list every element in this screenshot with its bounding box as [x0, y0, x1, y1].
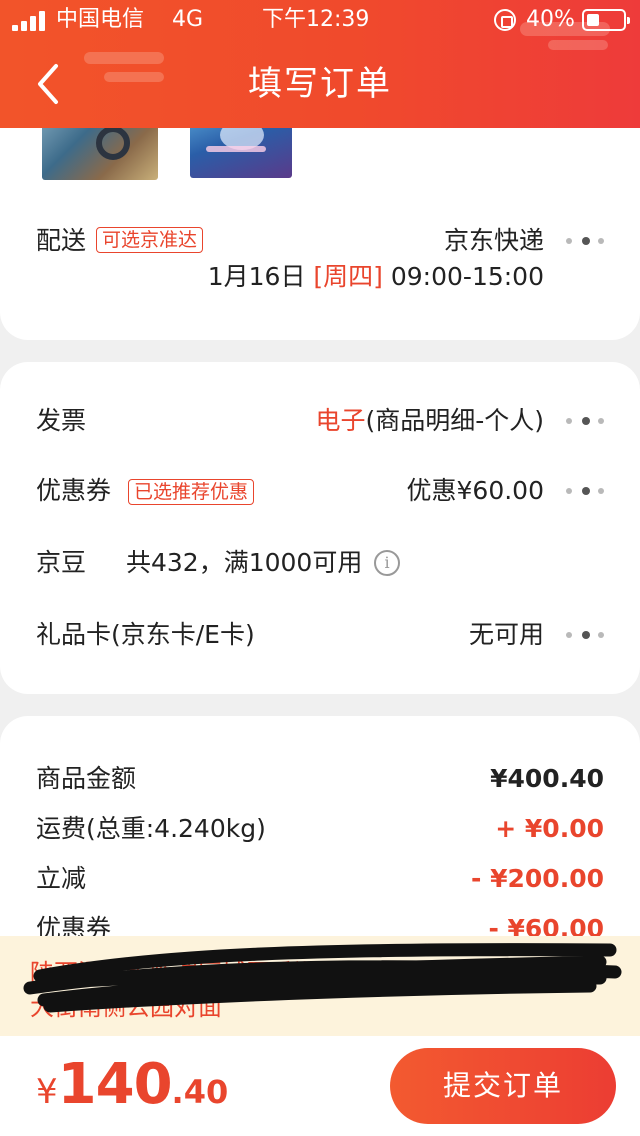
- delivery-tag: 可选京准达: [96, 227, 204, 253]
- delivery-time-window: 09:00-15:00: [390, 262, 544, 291]
- header-decoration: [548, 40, 608, 50]
- checkout-bar: ¥140.40 提交订单: [0, 1036, 640, 1136]
- delivery-label: 配送: [36, 226, 87, 255]
- coupon-label: 优惠券: [36, 476, 112, 505]
- info-icon[interactable]: i: [374, 550, 400, 576]
- discount-value: - ¥200.00: [471, 864, 604, 893]
- total-price: ¥140.40: [36, 1052, 228, 1117]
- alarm-lock-icon: [494, 9, 516, 31]
- total-integer: 140: [57, 1052, 173, 1117]
- delivery-date: 1月16日: [207, 262, 306, 291]
- goods-amount-value: ¥400.40: [490, 764, 604, 793]
- submit-order-button[interactable]: 提交订单: [390, 1048, 616, 1124]
- coupon-tag: 已选推荐优惠: [128, 479, 255, 505]
- more-dots-icon[interactable]: [566, 485, 606, 497]
- page-title: 填写订单: [248, 64, 392, 104]
- more-dots-icon[interactable]: [566, 415, 606, 427]
- status-bar: 中国电信 4G 下午12:39 40%: [0, 0, 640, 40]
- delivery-schedule: 1月16日 [周四] 09:00-15:00: [208, 260, 544, 294]
- status-time: 下午12:39: [262, 7, 370, 32]
- discount-label: 立减: [36, 864, 87, 893]
- carrier-name: 中国电信: [56, 7, 145, 32]
- total-decimal: .40: [171, 1073, 229, 1111]
- shipping-label: 运费(总重:4.240kg): [36, 814, 266, 843]
- invoice-label: 发票: [36, 406, 87, 435]
- shipping-value: + ¥0.00: [495, 814, 604, 843]
- coupon-value: 优惠¥60.00: [406, 476, 544, 505]
- currency-symbol: ¥: [36, 1072, 58, 1112]
- invoice-value: 电子(商品明细-个人): [315, 404, 544, 438]
- delivery-weekday: [周四]: [313, 262, 383, 291]
- network-type: 4G: [172, 7, 204, 32]
- delivery-card: 配送 可选京准达 京东快递 1月16日 [周四] 09:00-15:00: [0, 96, 640, 340]
- invoice-type: 电子: [315, 406, 366, 435]
- delivery-method: 京东快递: [443, 226, 544, 255]
- battery-icon: [582, 9, 630, 31]
- giftcard-value: 无可用: [468, 620, 544, 649]
- giftcard-label: 礼品卡(京东卡/E卡): [36, 620, 255, 649]
- goods-amount-label: 商品金额: [36, 764, 137, 793]
- battery-percent: 40%: [526, 7, 575, 32]
- redaction-scribble: [23, 943, 622, 1013]
- more-dots-icon[interactable]: [566, 235, 606, 247]
- more-dots-icon[interactable]: [566, 629, 606, 641]
- payment-options-card: 发票 电子(商品明细-个人) 优惠券 已选推荐优惠 优惠¥60.00 京豆 共4…: [0, 362, 640, 694]
- signal-icon: [12, 11, 48, 31]
- header-bar: 中国电信 4G 下午12:39 40% 填写订单: [0, 0, 640, 128]
- invoice-detail: (商品明细-个人): [365, 406, 544, 435]
- jingdou-label: 京豆: [36, 548, 87, 577]
- address-banner[interactable]: 陕西渭南市临渭区城区秀湖公园东门北侧新城 大街南侧公园对面: [0, 936, 640, 1036]
- jingdou-info: 共432，满1000可用: [126, 548, 363, 577]
